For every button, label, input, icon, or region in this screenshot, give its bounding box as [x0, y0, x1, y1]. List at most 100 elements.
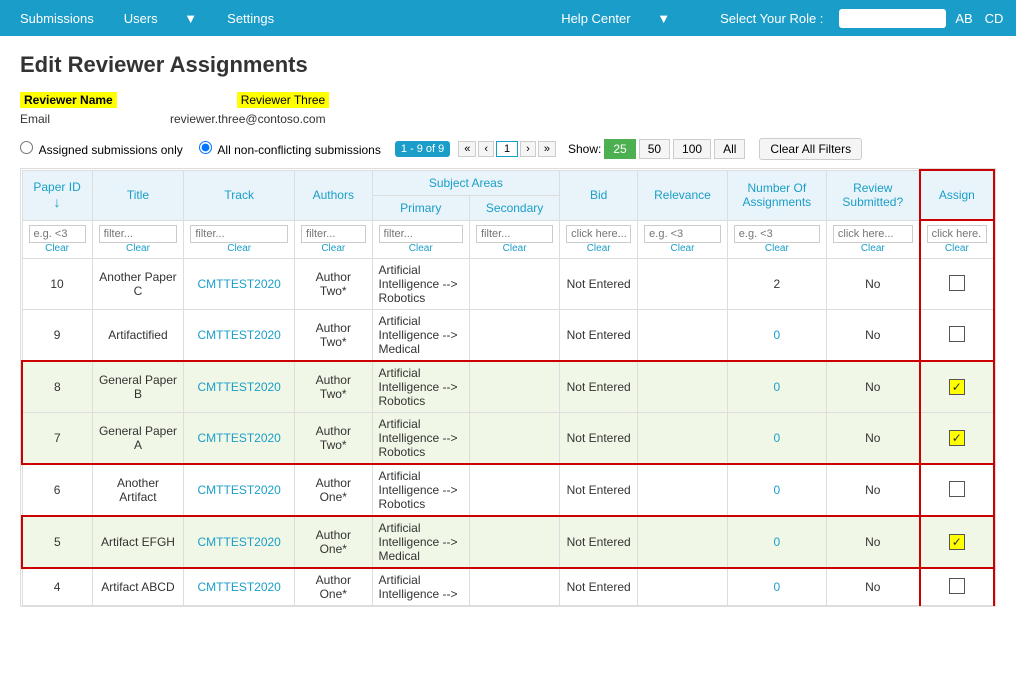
cell-secondary — [470, 310, 560, 362]
filter-track: Clear — [184, 220, 295, 259]
filter-authors-clear[interactable]: Clear — [301, 243, 365, 254]
cell-relevance — [638, 361, 728, 413]
cell-assign[interactable] — [920, 259, 994, 310]
assignments-table-wrap: Paper ID ↓ Title Track Authors Subject A… — [20, 168, 996, 607]
show-label: Show: — [568, 142, 601, 156]
assign-checkbox[interactable] — [949, 481, 965, 497]
cell-assign[interactable]: ✓ — [920, 516, 994, 568]
reviewer-name-label: Reviewer Name — [20, 92, 117, 108]
nav-settings[interactable]: Settings — [217, 11, 284, 26]
nav-users[interactable]: Users ▼ — [104, 11, 217, 26]
filter-primary-input[interactable] — [379, 225, 463, 243]
assign-checkbox[interactable]: ✓ — [949, 379, 965, 395]
filter-review-clear[interactable]: Clear — [833, 243, 913, 254]
pag-last[interactable]: » — [538, 141, 556, 157]
cell-assignments: 2 — [727, 259, 826, 310]
cell-review: No — [826, 361, 919, 413]
assigned-only-radio[interactable] — [20, 141, 33, 154]
show-100-btn[interactable]: 100 — [673, 139, 711, 159]
show-50-btn[interactable]: 50 — [639, 139, 670, 159]
cell-paper-id: 10 — [22, 259, 92, 310]
cell-secondary — [470, 361, 560, 413]
cell-bid: Not Entered — [560, 259, 638, 310]
all-nonconflicting-label[interactable]: All non-conflicting submissions — [199, 141, 381, 157]
nav-help-center[interactable]: Help Center ▼ — [541, 11, 690, 26]
cell-assign[interactable] — [920, 310, 994, 362]
col-title: Title — [92, 170, 184, 220]
assign-checkbox[interactable]: ✓ — [949, 534, 965, 550]
all-nonconflicting-radio[interactable] — [199, 141, 212, 154]
role-selector[interactable]: Chair ▼ — [839, 9, 946, 28]
cell-secondary — [470, 516, 560, 568]
cell-assignments: 0 — [727, 464, 826, 516]
filter-assign-input[interactable] — [927, 225, 987, 243]
filter-bid-input[interactable] — [566, 225, 631, 243]
show-all-btn[interactable]: All — [714, 139, 745, 159]
assign-checkbox[interactable] — [949, 578, 965, 594]
filter-title-clear[interactable]: Clear — [99, 243, 178, 254]
cell-assign[interactable] — [920, 568, 994, 606]
page-content: Edit Reviewer Assignments Reviewer Name … — [0, 36, 1016, 623]
filter-primary-clear[interactable]: Clear — [379, 243, 463, 254]
cell-authors: Author Two* — [295, 361, 372, 413]
cell-relevance — [638, 568, 728, 606]
filter-paper-id-input[interactable] — [29, 225, 86, 243]
cell-relevance — [638, 464, 728, 516]
cell-title: Another Paper C — [92, 259, 184, 310]
assign-checkbox[interactable] — [949, 326, 965, 342]
filter-assign-clear[interactable]: Clear — [927, 243, 987, 254]
nav-submissions[interactable]: Submissions — [10, 11, 104, 26]
cell-authors: Author One* — [295, 464, 372, 516]
col-bid: Bid — [560, 170, 638, 220]
filter-bid: Clear — [560, 220, 638, 259]
email-label: Email — [20, 112, 50, 126]
table-row: 7General Paper ACMTTEST2020Author Two*Ar… — [22, 413, 994, 465]
filter-authors-input[interactable] — [301, 225, 365, 243]
table-row: 10Another Paper CCMTTEST2020Author Two*A… — [22, 259, 994, 310]
cell-assign[interactable]: ✓ — [920, 361, 994, 413]
assigned-only-label[interactable]: Assigned submissions only — [20, 141, 183, 157]
assign-checkbox[interactable]: ✓ — [949, 430, 965, 446]
filter-primary: Clear — [372, 220, 469, 259]
cell-title: General Paper B — [92, 361, 184, 413]
filter-relevance-clear[interactable]: Clear — [644, 243, 721, 254]
pag-first[interactable]: « — [458, 141, 476, 157]
cell-review: No — [826, 516, 919, 568]
filter-title-input[interactable] — [99, 225, 178, 243]
filter-assignments-input[interactable] — [734, 225, 820, 243]
pag-prev[interactable]: ‹ — [478, 141, 494, 157]
cell-title: Another Artifact — [92, 464, 184, 516]
cell-primary: Artificial Intelligence --> Robotics — [372, 464, 469, 516]
filter-review-input[interactable] — [833, 225, 913, 243]
filter-track-input[interactable] — [190, 225, 288, 243]
select-role-label: Select Your Role : — [710, 11, 833, 26]
cell-title: Artifact EFGH — [92, 516, 184, 568]
filter-paper-id-clear[interactable]: Clear — [29, 243, 86, 254]
filter-track-clear[interactable]: Clear — [190, 243, 288, 254]
cell-review: No — [826, 413, 919, 465]
cell-track: CMTTEST2020 — [184, 413, 295, 465]
user-avatar-2: CD — [982, 6, 1006, 30]
filter-assignments: Clear — [727, 220, 826, 259]
cell-assign[interactable] — [920, 464, 994, 516]
table-row: 5Artifact EFGHCMTTEST2020Author One*Arti… — [22, 516, 994, 568]
filter-secondary-clear[interactable]: Clear — [476, 243, 553, 254]
reviewer-info: Reviewer Name Reviewer Three Email revie… — [20, 92, 996, 126]
filter-secondary-input[interactable] — [476, 225, 553, 243]
col-primary: Primary — [372, 195, 469, 220]
cell-assignments: 0 — [727, 310, 826, 362]
top-navigation: Submissions Users ▼ Settings Help Center… — [0, 0, 1016, 36]
filter-relevance-input[interactable] — [644, 225, 721, 243]
pag-next[interactable]: › — [520, 141, 536, 157]
clear-all-filters-btn[interactable]: Clear All Filters — [759, 138, 862, 160]
col-paper-id: Paper ID ↓ — [22, 170, 92, 220]
show-25-btn[interactable]: 25 — [604, 139, 635, 159]
cell-assign[interactable]: ✓ — [920, 413, 994, 465]
cell-bid: Not Entered — [560, 464, 638, 516]
cell-assignments: 0 — [727, 516, 826, 568]
cell-title: Artifact ABCD — [92, 568, 184, 606]
assign-checkbox[interactable] — [949, 275, 965, 291]
filter-bid-clear[interactable]: Clear — [566, 243, 631, 254]
cell-relevance — [638, 516, 728, 568]
filter-assignments-clear[interactable]: Clear — [734, 243, 820, 254]
